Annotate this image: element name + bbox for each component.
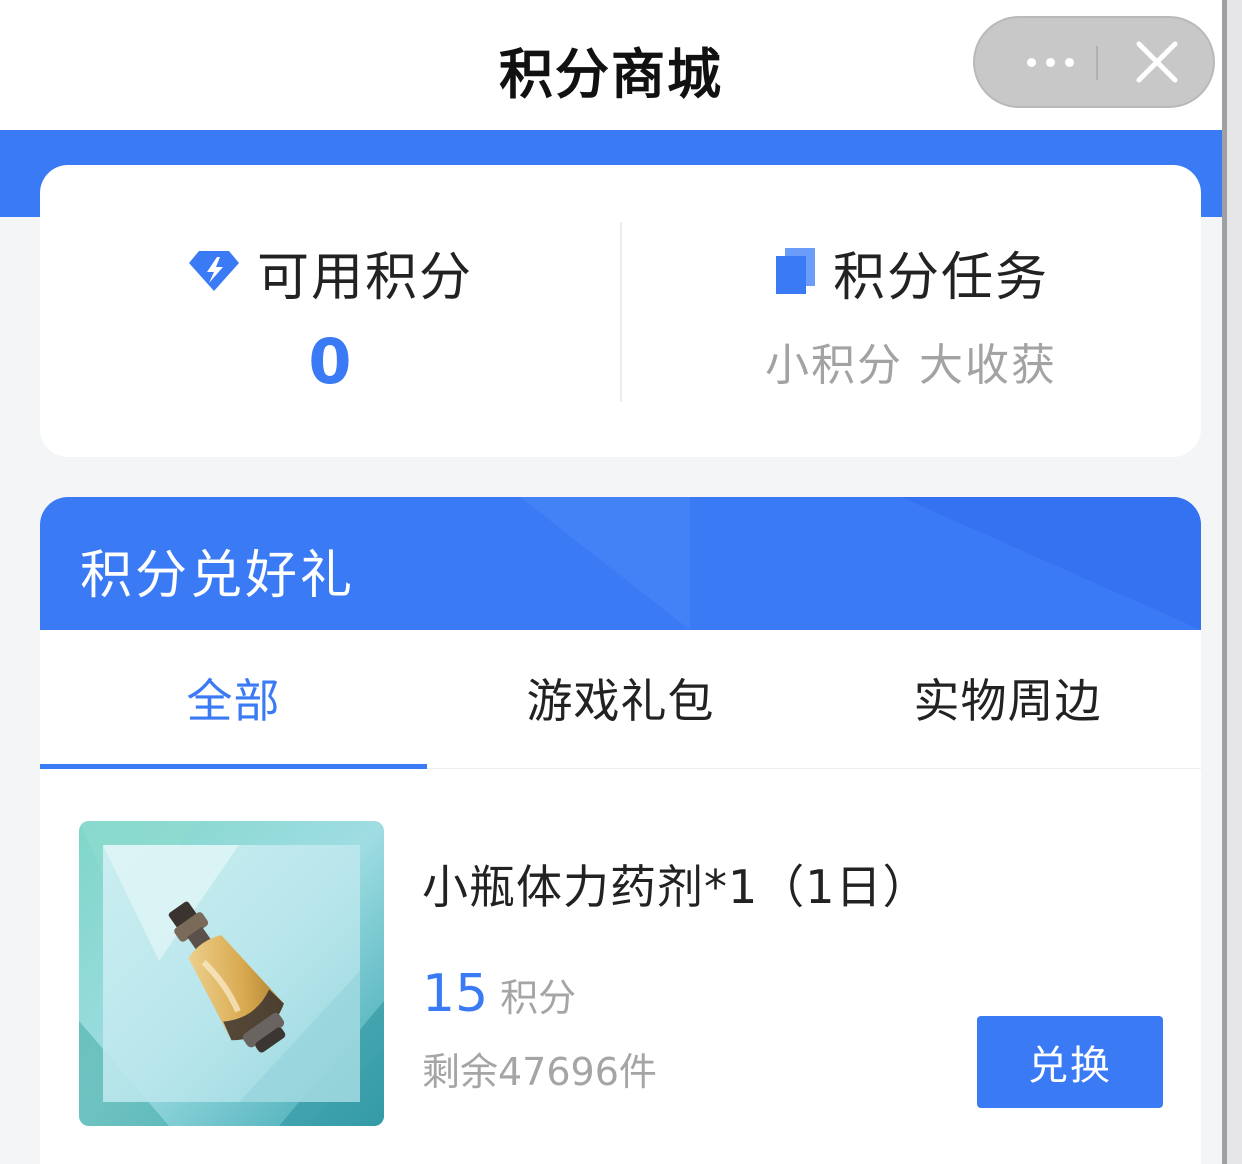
points-tasks-label: 积分任务	[832, 248, 1049, 308]
product-price-unit: 积分	[500, 976, 577, 1020]
product-item[interactable]: 小瓶体力药剂*1（1日） 15 积分 剩余47696件 兑换	[40, 769, 1201, 1164]
page: 积分商城 可用积分 0 积分任务 小积分 大收获 积分兑好礼 全部 游戏礼包 实…	[0, 0, 1222, 1164]
header-decoration	[901, 497, 1201, 630]
product-name: 小瓶体力药剂*1（1日）	[422, 860, 930, 914]
available-points: 可用积分 0	[40, 165, 620, 457]
capsule-divider	[1096, 46, 1098, 80]
product-price: 15 积分	[422, 964, 576, 1024]
points-card: 可用积分 0 积分任务 小积分 大收获	[40, 165, 1201, 457]
points-tasks-subtitle: 小积分 大收获	[765, 340, 1057, 391]
available-points-value: 0	[308, 325, 352, 398]
potion-bottle-image	[79, 821, 384, 1126]
title-bar: 积分商城	[0, 0, 1222, 130]
product-stock: 剩余47696件	[422, 1050, 657, 1094]
points-tasks-header: 积分任务	[621, 235, 1201, 310]
document-icon	[773, 246, 817, 300]
exchange-section: 积分兑好礼 全部 游戏礼包 实物周边 小瓶体力药剂*1（1日） 15 积分 剩余…	[40, 497, 1201, 1164]
tab-game-gift[interactable]: 游戏礼包	[427, 630, 814, 768]
category-tabs: 全部 游戏礼包 实物周边	[40, 630, 1201, 769]
available-points-header: 可用积分	[40, 235, 620, 310]
more-dots-icon[interactable]	[1005, 40, 1095, 84]
close-icon[interactable]	[1133, 38, 1181, 86]
tab-merchandise[interactable]: 实物周边	[814, 630, 1201, 768]
diamond-icon	[187, 249, 241, 297]
exchange-title: 积分兑好礼	[80, 546, 356, 606]
header-decoration	[520, 497, 690, 630]
tab-all[interactable]: 全部	[40, 630, 427, 768]
points-tasks[interactable]: 积分任务 小积分 大收获	[621, 165, 1201, 457]
scrollbar[interactable]	[1222, 0, 1242, 1164]
available-points-label: 可用积分	[256, 248, 473, 308]
redeem-button[interactable]: 兑换	[977, 1016, 1163, 1108]
product-price-value: 15	[422, 964, 489, 1024]
mini-program-capsule	[973, 16, 1215, 108]
exchange-header: 积分兑好礼	[40, 497, 1201, 630]
